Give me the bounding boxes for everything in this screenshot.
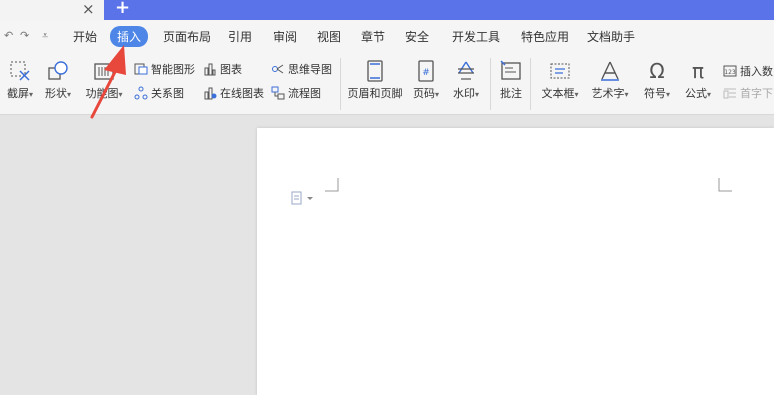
annotation-arrow	[90, 45, 126, 119]
